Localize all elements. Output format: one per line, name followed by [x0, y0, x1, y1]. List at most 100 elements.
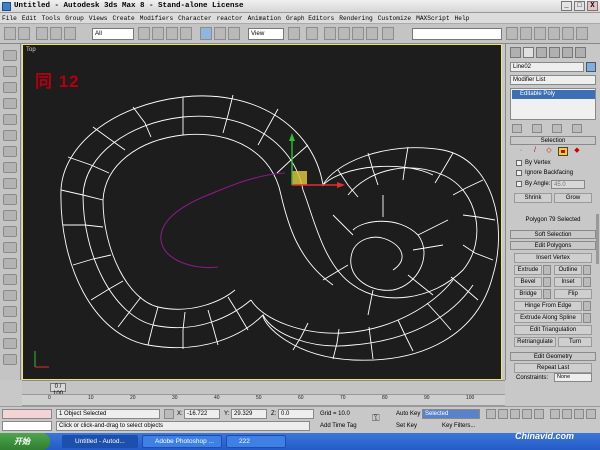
polygon-icon[interactable] — [558, 147, 568, 156]
redo-icon[interactable] — [18, 27, 30, 40]
menu-graph-editors[interactable]: Graph Editors — [286, 13, 334, 23]
menu-help[interactable]: Help — [455, 13, 470, 23]
undo-icon[interactable] — [4, 27, 16, 40]
vertex-icon[interactable]: · — [516, 147, 526, 156]
tool-icon-9[interactable] — [3, 178, 17, 189]
outline-settings-icon[interactable] — [583, 265, 591, 275]
display-tab-icon[interactable] — [562, 47, 573, 58]
mirror-icon[interactable] — [506, 27, 518, 40]
zoom-all-icon[interactable] — [562, 409, 572, 419]
layer-manager-icon[interactable] — [534, 27, 546, 40]
outline-button[interactable]: Outline — [554, 265, 582, 275]
menu-modifiers[interactable]: Modifiers — [140, 13, 173, 23]
tool-icon-12[interactable] — [3, 226, 17, 237]
menu-animation[interactable]: Animation — [248, 13, 281, 23]
edit-triangulation-button[interactable]: Edit Triangulation — [514, 325, 592, 335]
bevel-button[interactable]: Bevel — [514, 277, 542, 287]
tool-icon-20[interactable] — [3, 354, 17, 365]
select-scale-icon[interactable] — [228, 27, 240, 40]
tool-icon-16[interactable] — [3, 290, 17, 301]
by-angle-spinner[interactable]: 45.0 — [551, 180, 585, 189]
tool-icon-18[interactable] — [3, 322, 17, 333]
menu-create[interactable]: Create — [112, 13, 134, 23]
tool-icon-13[interactable] — [3, 242, 17, 253]
retriangulate-button[interactable]: Retriangulate — [514, 337, 556, 347]
constraints-dropdown[interactable]: None — [554, 373, 592, 382]
modifier-list-dropdown[interactable]: Modifier List — [510, 75, 596, 85]
named-selection-icon[interactable] — [382, 27, 394, 40]
named-selection-sets-dropdown[interactable] — [412, 28, 502, 40]
select-move-icon[interactable] — [200, 27, 212, 40]
select-rotate-icon[interactable] — [214, 27, 226, 40]
repeat-last-button[interactable]: Repeat Last — [514, 363, 592, 373]
add-time-tag-button[interactable]: Add Time Tag — [320, 422, 357, 430]
extrude-along-spline-settings-icon[interactable] — [583, 313, 591, 323]
close-button[interactable]: X — [587, 1, 598, 11]
tool-icon-17[interactable] — [3, 306, 17, 317]
minimize-button[interactable]: _ — [561, 1, 572, 11]
key-icon[interactable]: ⚿ — [372, 413, 386, 425]
by-vertex-checkbox[interactable] — [516, 160, 522, 166]
material-editor-icon[interactable] — [562, 27, 574, 40]
menu-reactor[interactable]: reactor — [217, 13, 243, 23]
tool-icon-10[interactable] — [3, 194, 17, 205]
curve-editor-icon[interactable] — [548, 27, 560, 40]
percent-snap-icon[interactable] — [352, 27, 364, 40]
top-viewport[interactable]: Top 同 12 — [22, 44, 502, 380]
stack-item-editable-poly[interactable]: Editable Poly — [512, 90, 595, 99]
tool-icon-15[interactable] — [3, 274, 17, 285]
next-frame-icon[interactable] — [522, 409, 532, 419]
utilities-tab-icon[interactable] — [575, 47, 586, 58]
inset-settings-icon[interactable] — [583, 277, 591, 287]
tool-icon-1[interactable] — [3, 50, 17, 61]
unlink-icon[interactable] — [50, 27, 62, 40]
menu-customize[interactable]: Customize — [378, 13, 411, 23]
extrude-button[interactable]: Extrude — [514, 265, 542, 275]
x-coordinate-field[interactable]: -16.722 — [184, 409, 220, 419]
bevel-settings-icon[interactable] — [543, 277, 551, 287]
tool-icon-14[interactable] — [3, 258, 17, 269]
set-key-button[interactable]: Set Key — [396, 422, 417, 430]
zoom-icon[interactable] — [550, 409, 560, 419]
menu-group[interactable]: Group — [65, 13, 84, 23]
arc-rotate-icon[interactable] — [586, 409, 596, 419]
tool-icon-6[interactable] — [3, 130, 17, 141]
pin-stack-icon[interactable] — [512, 124, 522, 133]
menu-edit[interactable]: Edit — [22, 13, 37, 23]
hinge-from-edge-button[interactable]: Hinge From Edge — [514, 301, 582, 311]
auto-key-button[interactable]: Auto Key — [396, 410, 420, 418]
lock-selection-icon[interactable] — [164, 409, 174, 419]
render-scene-icon[interactable] — [576, 27, 588, 40]
extrude-settings-icon[interactable] — [543, 265, 551, 275]
snaps-toggle-icon[interactable] — [324, 27, 336, 40]
manipulate-icon[interactable] — [306, 27, 318, 40]
edit-polygons-rollout-header[interactable]: Edit Polygons — [510, 241, 596, 250]
insert-vertex-button[interactable]: Insert Vertex — [514, 253, 592, 263]
menu-character[interactable]: Character — [178, 13, 211, 23]
play-icon[interactable] — [510, 409, 520, 419]
flip-button[interactable]: Flip — [554, 289, 592, 299]
start-button[interactable]: 开始 — [0, 433, 50, 450]
time-slider[interactable]: 0 / 100 — [50, 383, 66, 397]
selection-rollout-header[interactable]: Selection — [510, 136, 596, 145]
task-folder[interactable]: 222 — [226, 435, 286, 448]
shrink-button[interactable]: Shrink — [514, 193, 552, 203]
element-icon[interactable]: ◆ — [572, 147, 582, 156]
edit-geometry-rollout-header[interactable]: Edit Geometry — [510, 352, 596, 361]
tool-icon-4[interactable] — [3, 98, 17, 109]
menu-rendering[interactable]: Rendering — [339, 13, 372, 23]
z-coordinate-field[interactable]: 0.0 — [278, 409, 314, 419]
remove-modifier-icon[interactable] — [572, 124, 582, 133]
menu-file[interactable]: File — [2, 13, 17, 23]
y-coordinate-field[interactable]: 29.329 — [231, 409, 267, 419]
pan-icon[interactable] — [574, 409, 584, 419]
select-by-name-icon[interactable] — [152, 27, 164, 40]
hierarchy-tab-icon[interactable] — [536, 47, 547, 58]
show-end-result-icon[interactable] — [532, 124, 542, 133]
reference-coord-dropdown[interactable]: View — [248, 28, 284, 40]
angle-snap-icon[interactable] — [338, 27, 350, 40]
key-filters-button[interactable]: Key Filters... — [442, 422, 475, 430]
tool-icon-7[interactable] — [3, 146, 17, 157]
select-link-icon[interactable] — [36, 27, 48, 40]
menu-maxscript[interactable]: MAXScript — [416, 13, 449, 23]
